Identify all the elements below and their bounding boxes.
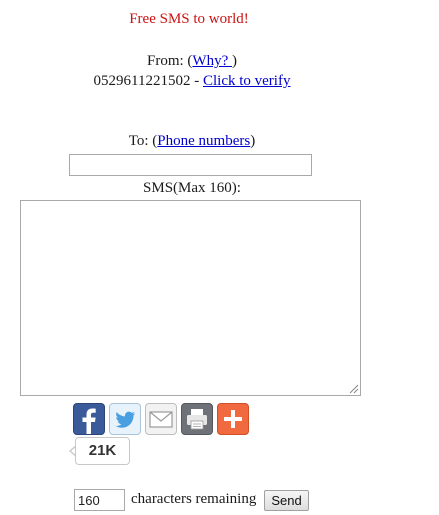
twitter-icon <box>115 411 135 428</box>
characters-remaining-label: characters remaining <box>131 491 257 507</box>
why-link[interactable]: Why? <box>192 53 232 69</box>
phone-numbers-link[interactable]: Phone numbers <box>157 133 250 149</box>
twitter-share-button[interactable] <box>109 403 141 435</box>
from-line: From: (Why? ) <box>0 53 384 70</box>
more-share-button[interactable] <box>217 403 249 435</box>
sender-phone-number: 0529611221502 <box>93 73 191 89</box>
recipient-input[interactable] <box>69 154 312 176</box>
print-icon <box>187 409 207 430</box>
page-title: Free SMS to world! <box>129 11 249 27</box>
phone-separator: - <box>190 73 203 89</box>
from-close-paren: ) <box>232 53 237 69</box>
characters-remaining-field[interactable] <box>74 489 125 511</box>
email-icon <box>149 411 173 428</box>
to-close-paren: ) <box>250 133 256 149</box>
from-label: From: ( <box>147 53 193 69</box>
plus-icon <box>224 410 242 428</box>
to-line: To: (Phone numbers) <box>0 133 384 150</box>
resize-grip-icon[interactable] <box>348 383 359 394</box>
share-count-badge: 21K <box>75 437 130 465</box>
phone-line: 0529611221502 - Click to verify <box>0 73 384 90</box>
verify-link[interactable]: Click to verify <box>203 73 290 89</box>
sms-textarea[interactable] <box>20 200 361 396</box>
facebook-icon <box>82 408 96 434</box>
email-share-button[interactable] <box>145 403 177 435</box>
sms-label: SMS(Max 160): <box>143 180 241 196</box>
send-button[interactable]: Send <box>264 490 309 511</box>
print-share-button[interactable] <box>181 403 213 435</box>
facebook-share-button[interactable] <box>73 403 105 435</box>
to-label: To: ( <box>128 133 158 149</box>
